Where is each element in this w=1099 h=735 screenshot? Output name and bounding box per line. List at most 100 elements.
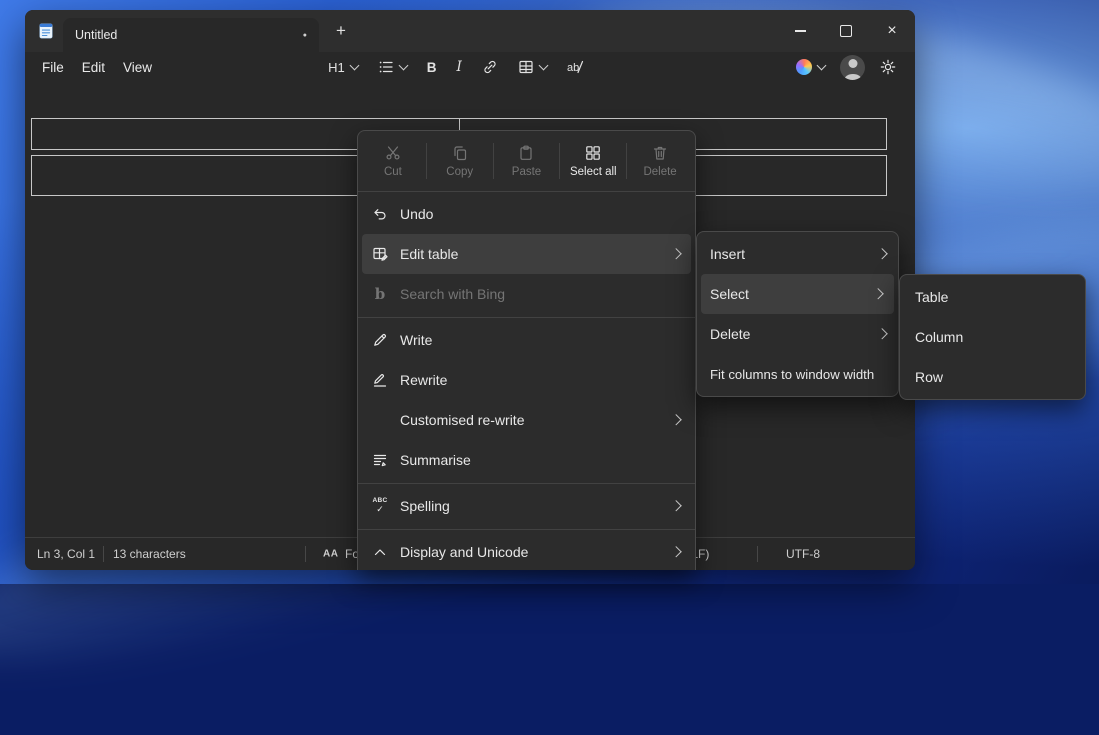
menu-separator [358,191,695,192]
menu-item-label: Edit table [400,246,458,262]
delete-button[interactable]: Delete [627,134,693,188]
submenu-item-row[interactable]: Row [900,357,1085,397]
menu-item-label: Display and Unicode [400,544,528,560]
table-icon [518,59,534,75]
edit-table-icon [370,246,390,262]
chevron-down-icon [398,61,408,71]
titlebar: Untitled ● + × [25,10,915,52]
menu-item-search-with-bing[interactable]: b Search with Bing [358,274,695,314]
rewrite-pen-icon [370,372,390,388]
menu-view[interactable]: View [114,56,161,79]
edit-table-submenu: Insert Select Delete Fit columns to wind… [696,231,899,397]
select-all-button[interactable]: Select all [560,134,626,188]
menu-item-label: Rewrite [400,372,447,388]
submenu-arrow-icon [670,249,681,260]
menu-item-write[interactable]: Write [358,320,695,360]
maximize-button[interactable] [823,10,869,52]
formatting-icon: AA [323,549,338,560]
submenu-item-insert[interactable]: Insert [697,234,898,274]
menu-edit[interactable]: Edit [73,56,114,79]
context-menu: Cut Copy Paste Select a [357,130,696,570]
settings-button[interactable] [875,55,901,79]
submenu-item-label: Delete [710,326,750,342]
menu-item-display-and-unicode[interactable]: Display and Unicode [358,532,695,570]
titlebar-right-controls [791,55,915,80]
statusbar-divider [305,546,306,562]
copy-button[interactable]: Copy [427,134,493,188]
submenu-item-label: Select [710,286,749,302]
unsaved-indicator: ● [303,32,307,39]
gear-icon [880,59,896,75]
cut-label: Cut [384,166,402,178]
italic-button[interactable]: I [451,55,466,79]
menu-item-rewrite[interactable]: Rewrite [358,360,695,400]
bold-button[interactable]: B [422,56,442,79]
hyperlink-button[interactable] [477,55,503,79]
copy-label: Copy [446,166,473,178]
menu-separator [358,317,695,318]
menu-item-label: Search with Bing [400,286,505,302]
submenu-arrow-icon [670,547,681,558]
submenu-item-column[interactable]: Column [900,317,1085,357]
menu-item-label: Customised re-write [400,412,524,428]
submenu-item-label: Row [915,369,943,385]
submenu-item-label: Insert [710,246,745,262]
cut-icon [385,145,401,161]
submenu-item-label: Table [915,289,948,305]
cursor-position: Ln 3, Col 1 [37,547,95,561]
menu-item-label: Spelling [400,498,450,514]
link-icon [482,59,498,75]
menu-file[interactable]: File [33,56,73,79]
pen-icon [370,332,390,348]
minimize-button[interactable] [777,10,823,52]
character-count: 13 characters [113,547,186,561]
encoding: UTF-8 [786,547,820,561]
copilot-button[interactable] [791,55,830,79]
trash-icon [652,145,668,161]
paste-button[interactable]: Paste [494,134,560,188]
minimize-icon [795,30,806,31]
paste-icon [518,145,534,161]
submenu-item-select[interactable]: Select [701,274,894,314]
chevron-down-icon [349,61,359,71]
select-all-icon [585,145,601,161]
menu-item-edit-table[interactable]: Edit table [362,234,691,274]
submenu-item-fit-columns[interactable]: Fit columns to window width [697,354,898,394]
tab-untitled[interactable]: Untitled ● [63,18,319,52]
copilot-icon [796,59,812,75]
menu-item-summarise[interactable]: Summarise [358,440,695,480]
close-icon: × [887,23,896,39]
menu-item-undo[interactable]: Undo [358,194,695,234]
clear-formatting-button[interactable]: ab [562,55,590,79]
undo-icon [370,206,390,222]
chevron-down-icon [538,61,548,71]
submenu-arrow-icon [670,415,681,426]
new-tab-button[interactable]: + [327,17,355,45]
statusbar-divider [757,546,758,562]
menu-item-label: Write [400,332,432,348]
svg-text:ab: ab [567,62,579,74]
menu-item-spelling[interactable]: ABC ✓ Spelling [358,486,695,526]
submenu-arrow-icon [670,501,681,512]
bing-icon: b [370,287,390,302]
account-button[interactable] [840,55,865,80]
submenu-item-label: Column [915,329,963,345]
heading-label: H1 [328,60,345,75]
submenu-item-table[interactable]: Table [900,277,1085,317]
paste-label: Paste [512,166,541,178]
table-dropdown[interactable] [513,55,552,79]
copy-icon [452,145,468,161]
list-dropdown[interactable] [373,55,412,79]
submenu-item-delete[interactable]: Delete [697,314,898,354]
close-button[interactable]: × [869,10,915,52]
heading-dropdown[interactable]: H1 [323,56,363,79]
tab-title: Untitled [75,28,117,42]
notepad-app-icon [37,21,57,41]
menu-item-customised-rewrite[interactable]: Customised re-write [358,400,695,440]
chevron-up-icon [370,544,390,560]
statusbar-divider [103,546,104,562]
clear-formatting-icon: ab [567,59,585,75]
maximize-icon [840,25,852,37]
submenu-arrow-icon [876,329,887,340]
cut-button[interactable]: Cut [360,134,426,188]
